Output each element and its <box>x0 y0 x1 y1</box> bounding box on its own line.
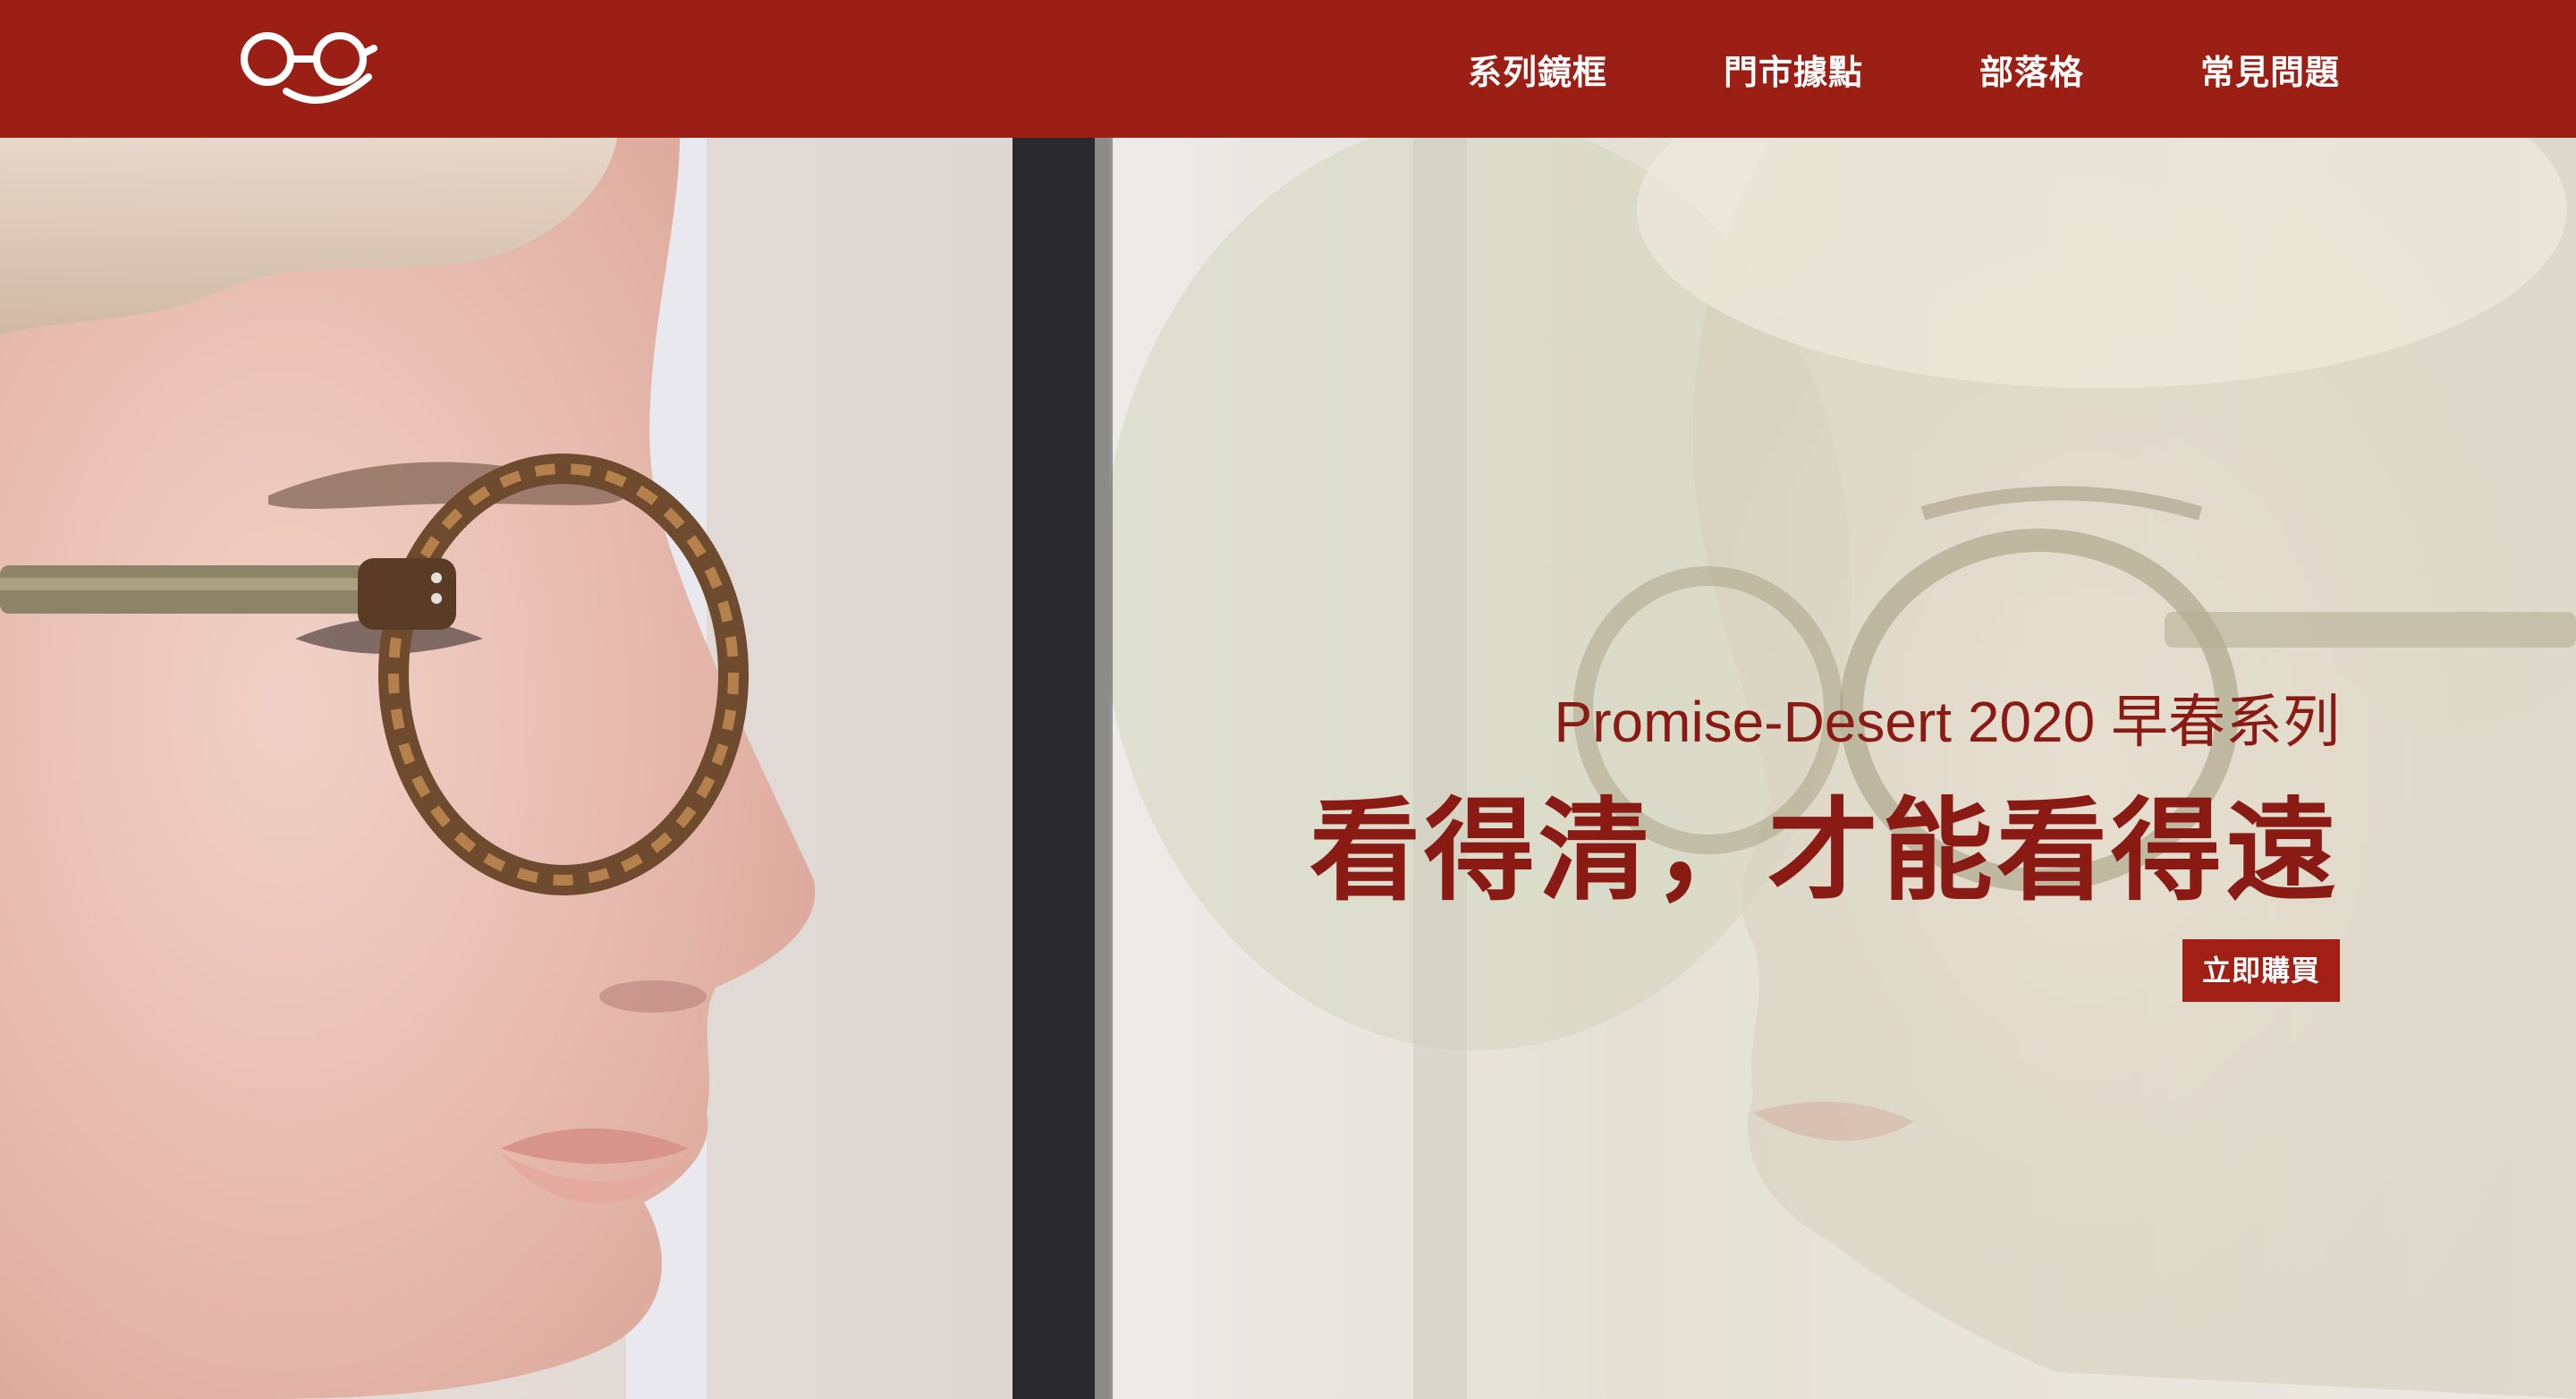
buy-now-button[interactable]: 立即購買 <box>2182 939 2340 1002</box>
page: 系列鏡框 門市據點 部落格 常見問題 Promise-Desert 2020 早… <box>0 0 2576 1399</box>
nav-item-frames[interactable]: 系列鏡框 <box>1468 45 1607 94</box>
hero-banner: Promise-Desert 2020 早春系列 看得清，才能看得遠 立即購買 <box>0 138 2576 1399</box>
nav-item-faq[interactable]: 常見問題 <box>2200 45 2340 94</box>
hero-title: 看得清，才能看得遠 <box>1309 787 2340 916</box>
brand-logo[interactable] <box>234 21 383 111</box>
nav-item-blog[interactable]: 部落格 <box>1979 45 2084 94</box>
glasses-smile-logo-icon <box>241 32 377 104</box>
main-nav: 系列鏡框 門市據點 部落格 常見問題 <box>1468 0 2340 138</box>
hero-text-block: Promise-Desert 2020 早春系列 看得清，才能看得遠 立即購買 <box>998 682 2340 1002</box>
nav-item-stores[interactable]: 門市據點 <box>1724 45 1863 94</box>
top-navbar: 系列鏡框 門市據點 部落格 常見問題 <box>0 0 2576 138</box>
hero-subtitle: Promise-Desert 2020 早春系列 <box>1554 690 2340 754</box>
